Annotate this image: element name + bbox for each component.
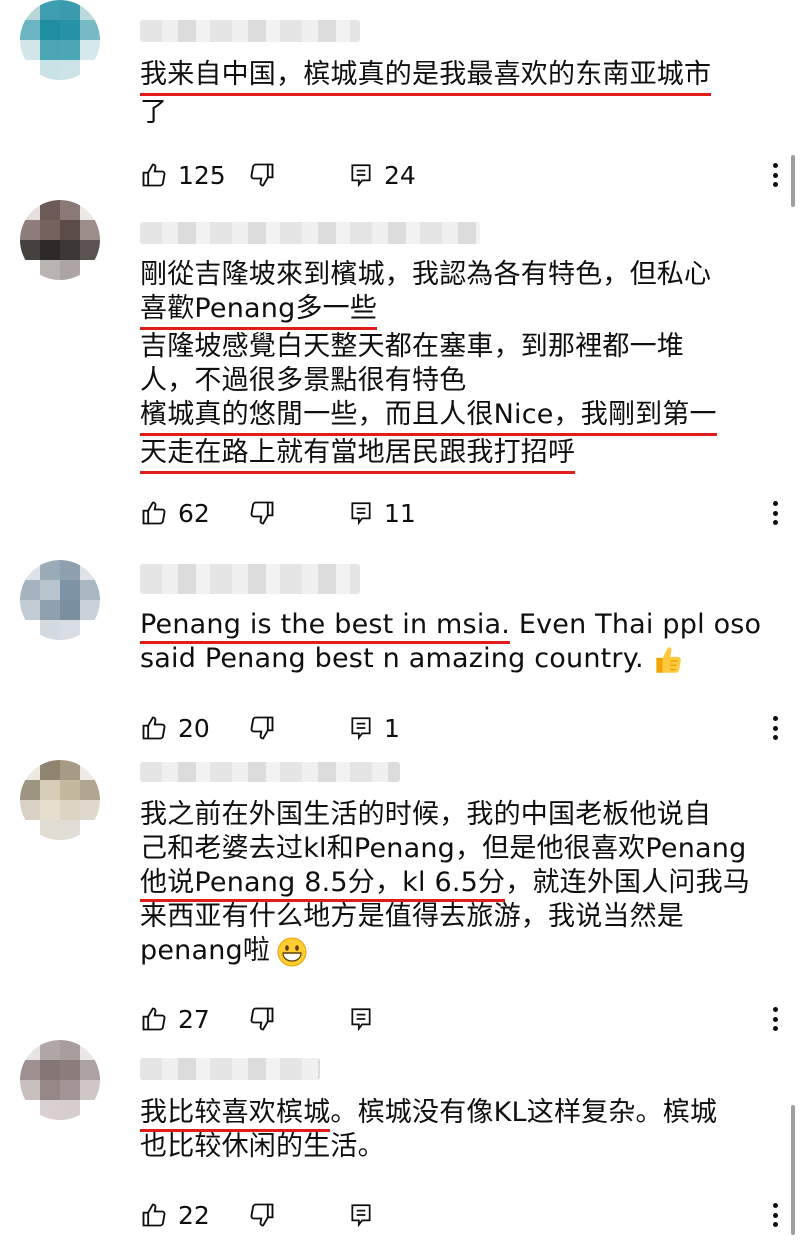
avatar[interactable]: [20, 1040, 100, 1120]
like-count: 22: [178, 1200, 210, 1230]
comment-line-group: Penang is the best in msia. Even Thai pp…: [140, 608, 770, 644]
author-name-redacted[interactable]: [140, 20, 360, 42]
comment-line: 天走在路上就有當地居民跟我打招呼: [140, 436, 576, 474]
comment-line: 我比较喜欢槟城: [140, 1097, 331, 1132]
thumbs-down-icon: [250, 1203, 274, 1227]
author-name-redacted[interactable]: [140, 222, 480, 244]
avatar[interactable]: [20, 0, 100, 80]
comment-line: 檳城真的悠閒一些，而且人很Nice，我剛到第一: [140, 398, 717, 436]
thumbs-down-icon: [250, 163, 274, 187]
comment-actions: 125 24: [140, 157, 780, 193]
like-button[interactable]: 125: [140, 157, 226, 193]
grinning-emoji-icon: [277, 937, 307, 966]
comment-line-group: 他说Penang 8.5分，kl 6.5分，就连外国人问我马: [140, 866, 770, 902]
comment-line: 我之前在外国生活的时候，我的中国老板他说自: [140, 799, 712, 830]
comment-line: 吉隆坡感覺白天整天都在塞車，到那裡都一堆: [140, 331, 684, 362]
like-count: 125: [178, 160, 226, 190]
thumbs-up-icon: [142, 1203, 166, 1227]
comment-actions: 62 11: [140, 495, 780, 531]
avatar[interactable]: [20, 200, 100, 280]
comment-text: 剛從吉隆坡來到檳城，我認為各有特色，但私心 喜歡Penang多一些 吉隆坡感覺白…: [140, 258, 770, 474]
comments-page: 我来自中国，槟城真的是我最喜欢的东南亚城市 了 125 24 剛從吉隆坡來到檳城…: [0, 0, 800, 1250]
reply-count: 24: [384, 160, 416, 190]
reply-icon: [351, 1204, 371, 1228]
more-options-button[interactable]: [765, 497, 785, 529]
reply-button[interactable]: [348, 1001, 374, 1037]
comment-text: Penang is the best in msia. Even Thai pp…: [140, 608, 770, 677]
thumbs-up-icon: [142, 501, 166, 525]
scrollbar-bottom[interactable]: [791, 1105, 795, 1235]
reply-button[interactable]: 24: [348, 157, 416, 193]
dislike-button[interactable]: [248, 495, 276, 531]
like-button[interactable]: 20: [140, 710, 210, 746]
author-name-redacted[interactable]: [140, 564, 360, 594]
reply-button[interactable]: 1: [348, 710, 400, 746]
comment-line: ，就连外国人问我马: [505, 867, 751, 898]
like-count: 27: [178, 1004, 210, 1034]
thumbs-down-icon: [250, 1007, 274, 1031]
like-button[interactable]: 22: [140, 1197, 210, 1233]
comment-line: 己和老婆去过kl和Penang，但是他很喜欢Penang: [140, 833, 747, 864]
avatar[interactable]: [20, 760, 100, 840]
reply-icon: [351, 164, 371, 188]
reply-icon: [351, 1008, 371, 1032]
comment-line: 了: [140, 97, 168, 128]
comment-line: 喜歡Penang多一些: [140, 292, 378, 330]
comment-line: 我来自中国，槟城真的是我最喜欢的东南亚城市: [140, 58, 712, 96]
comment-line-group: said Penang best n amazing country.: [140, 642, 770, 677]
comment-text: 我比较喜欢槟城。槟城没有像KL这样复杂。槟城 也比较休闲的生活。: [140, 1096, 770, 1164]
like-button[interactable]: 62: [140, 495, 210, 531]
comment-text: 我之前在外国生活的时候，我的中国老板他说自 己和老婆去过kl和Penang，但是…: [140, 798, 770, 968]
author-name-redacted[interactable]: [140, 762, 400, 782]
reply-count: 11: [384, 498, 416, 528]
comment-line: Penang is the best in msia.: [140, 609, 511, 644]
reply-button[interactable]: [348, 1197, 374, 1233]
dislike-button[interactable]: [248, 710, 276, 746]
thumbs-up-icon: [142, 716, 166, 740]
like-button[interactable]: 27: [140, 1001, 210, 1037]
more-options-button[interactable]: [765, 712, 785, 744]
comment-actions: 27: [140, 1001, 780, 1037]
comment-actions: 22: [140, 1197, 780, 1233]
comment-line-group: 我比较喜欢槟城。槟城没有像KL这样复杂。槟城: [140, 1096, 770, 1132]
thumbs-up-emoji-icon: [656, 646, 681, 673]
thumbs-down-icon: [250, 716, 274, 740]
comment-line: 他说Penang 8.5分，kl 6.5分: [140, 867, 506, 902]
comment-line-group: penang啦: [140, 934, 770, 968]
thumbs-down-icon: [250, 501, 274, 525]
scrollbar-top[interactable]: [791, 155, 795, 207]
dislike-button[interactable]: [248, 1001, 276, 1037]
dislike-button[interactable]: [248, 157, 276, 193]
comment-line: 也比较休闲的生活。: [140, 1131, 385, 1162]
reply-icon: [351, 502, 371, 526]
reply-icon: [351, 717, 371, 741]
comment-line: 。槟城没有像KL这样复杂。槟城: [330, 1097, 718, 1128]
more-options-button[interactable]: [765, 1199, 785, 1231]
thumbs-up-icon: [142, 163, 166, 187]
comment-line: Even Thai ppl oso: [510, 609, 762, 640]
reply-button[interactable]: 11: [348, 495, 416, 531]
dislike-button[interactable]: [248, 1197, 276, 1233]
thumbs-up-icon: [142, 1007, 166, 1031]
comment-line: 剛從吉隆坡來到檳城，我認為各有特色，但私心: [140, 259, 712, 290]
reply-count: 1: [384, 713, 400, 743]
comment-text: 我来自中国，槟城真的是我最喜欢的东南亚城市 了: [140, 58, 770, 130]
author-name-redacted[interactable]: [140, 1058, 320, 1080]
like-count: 20: [178, 713, 210, 743]
more-options-button[interactable]: [765, 159, 785, 191]
comment-line: 来西亚有什么地方是值得去旅游，我说当然是: [140, 901, 684, 932]
avatar[interactable]: [20, 560, 100, 640]
more-options-button[interactable]: [765, 1003, 785, 1035]
like-count: 62: [178, 498, 210, 528]
comment-line: said Penang best n amazing country.: [140, 643, 644, 674]
comment-line: 人，不過很多景點很有特色: [140, 365, 467, 396]
comment-actions: 20 1: [140, 710, 780, 746]
comment-line: penang啦: [140, 935, 271, 966]
